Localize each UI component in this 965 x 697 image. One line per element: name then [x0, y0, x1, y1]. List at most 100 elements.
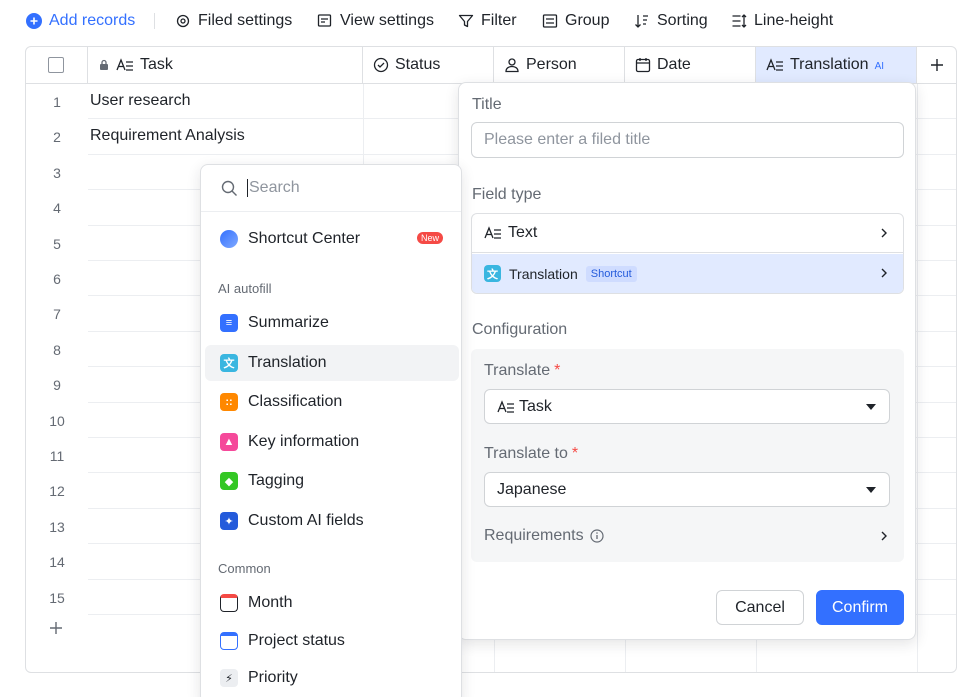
translate-to-label: Translate to *: [484, 445, 578, 463]
field-type-selector: Text 文 Translation Shortcut: [471, 213, 904, 294]
translate-target-select[interactable]: Japanese: [484, 472, 890, 507]
select-all-checkbox[interactable]: [48, 57, 64, 73]
shortcut-center-item[interactable]: Shortcut Center New: [205, 221, 459, 257]
calendar-icon: [220, 594, 238, 612]
plus-circle-icon: [26, 13, 42, 29]
key-information-icon: ▲: [220, 433, 238, 451]
plus-icon: [50, 622, 62, 634]
group-button[interactable]: Group: [542, 10, 609, 32]
required-mark: *: [571, 445, 579, 462]
search-input[interactable]: Search: [249, 179, 300, 197]
shortcut-center-icon: [220, 230, 238, 248]
tag-icon: ◆: [220, 472, 238, 490]
plus-icon: [931, 59, 943, 71]
filter-icon: [458, 14, 474, 28]
dropdown-item-key-information[interactable]: ▲ Key information: [205, 424, 459, 460]
task-cell[interactable]: Requirement Analysis: [90, 127, 245, 145]
person-icon: [505, 58, 519, 73]
chevron-right-icon: [881, 531, 887, 541]
project-status-icon: [220, 632, 238, 650]
dropdown-item-label: Classification: [248, 393, 343, 410]
configuration-section: Translate * Task Translate to * Japanese R…: [471, 349, 904, 562]
add-row-button[interactable]: [48, 620, 64, 641]
dropdown-item-label: Summarize: [248, 314, 329, 331]
translation-icon: 文: [484, 265, 501, 282]
dropdown-item-label: Priority: [248, 669, 298, 686]
field-type-text-option[interactable]: Text: [472, 214, 903, 253]
dropdown-item-label: Translation: [248, 354, 327, 371]
translate-label-text: Translate: [484, 362, 551, 379]
dropdown-item-label: Key information: [248, 433, 360, 450]
add-column-button[interactable]: [917, 47, 956, 83]
translate-target-value: Japanese: [497, 480, 567, 498]
row-number: 2: [53, 129, 61, 146]
required-mark: *: [554, 362, 561, 379]
status-icon: [373, 57, 389, 73]
filter-button[interactable]: Filter: [458, 10, 517, 32]
classification-icon: ::: [220, 393, 238, 411]
field-type-text-label: Text: [508, 224, 538, 241]
new-badge: New: [416, 232, 443, 244]
dropdown-item-translation[interactable]: 文 Translation: [205, 345, 459, 381]
column-header-status[interactable]: Status: [363, 47, 494, 83]
dropdown-item-custom-ai-fields[interactable]: ✦ Custom AI fields: [205, 503, 459, 539]
shortcut-tag: Shortcut: [585, 265, 637, 282]
row-number: 8: [53, 341, 61, 358]
title-input-placeholder: Please enter a filed title: [484, 131, 651, 148]
dropdown-search[interactable]: Search: [201, 165, 461, 212]
lightning-icon: ⚡: [220, 669, 238, 687]
sort-icon: [635, 15, 648, 28]
sorting-button[interactable]: Sorting: [634, 10, 708, 32]
translate-to-label-text: Translate to: [484, 445, 568, 462]
requirements-row[interactable]: Requirements: [484, 527, 889, 545]
dropdown-item-label: Month: [248, 594, 293, 611]
dropdown-item-tagging[interactable]: ◆ Tagging: [205, 463, 459, 499]
group-label: Group: [565, 12, 610, 29]
line-height-button[interactable]: Line-height: [731, 10, 833, 32]
translate-source-value: Task: [519, 397, 552, 415]
table-header: Task Status Person Date Translation AI: [26, 47, 956, 84]
text-field-icon: [497, 399, 514, 413]
view-settings-icon: [317, 14, 332, 27]
row-number: 3: [53, 164, 61, 181]
info-icon[interactable]: [590, 529, 604, 543]
add-records-button[interactable]: Add records: [26, 10, 135, 32]
dropdown-item-priority[interactable]: ⚡ Priority: [205, 660, 459, 696]
text-cursor: [247, 179, 248, 197]
column-label-translation: Translation: [790, 56, 869, 73]
gear-icon: [176, 14, 190, 28]
dropdown-item-month[interactable]: Month: [205, 585, 459, 621]
row-number: 5: [53, 235, 61, 252]
column-header-person[interactable]: Person: [494, 47, 625, 83]
dropdown-item-summarize[interactable]: ≡ Summarize: [205, 305, 459, 341]
filed-settings-button[interactable]: Filed settings: [175, 10, 292, 32]
row-number: 15: [49, 589, 65, 606]
row-number: 13: [49, 518, 65, 535]
dropdown-item-label: Tagging: [248, 472, 305, 489]
sorting-label: Sorting: [657, 12, 708, 29]
column-header-translation[interactable]: Translation AI: [756, 47, 917, 83]
dropdown-item-classification[interactable]: :: Classification: [205, 384, 459, 420]
dropdown-item-project-status[interactable]: Project status: [205, 623, 459, 659]
view-settings-label: View settings: [340, 12, 434, 29]
cancel-button[interactable]: Cancel: [716, 590, 804, 625]
line-height-label: Line-height: [754, 12, 834, 29]
dropdown-item-label: Custom AI fields: [248, 512, 364, 529]
filed-settings-label: Filed settings: [198, 12, 293, 29]
column-header-date[interactable]: Date: [625, 47, 756, 83]
chevron-right-icon: [881, 228, 887, 238]
column-header-task[interactable]: Task: [88, 47, 363, 83]
row-number: 9: [53, 377, 61, 394]
title-input[interactable]: Please enter a filed title: [471, 122, 904, 158]
lock-icon: [100, 59, 108, 70]
translate-label: Translate *: [484, 362, 560, 380]
confirm-button[interactable]: Confirm: [816, 590, 904, 625]
view-settings-button[interactable]: View settings: [317, 10, 434, 32]
task-cell[interactable]: User research: [90, 92, 190, 110]
title-label: Title: [472, 96, 502, 113]
row-number: 14: [49, 554, 65, 571]
field-config-panel: Title Please enter a filed title Field t…: [458, 82, 916, 640]
ai-autofill-group-label: AI autofill: [218, 281, 272, 296]
translate-source-select[interactable]: Task: [484, 389, 890, 424]
field-type-translation-option[interactable]: 文 Translation Shortcut: [472, 254, 903, 293]
